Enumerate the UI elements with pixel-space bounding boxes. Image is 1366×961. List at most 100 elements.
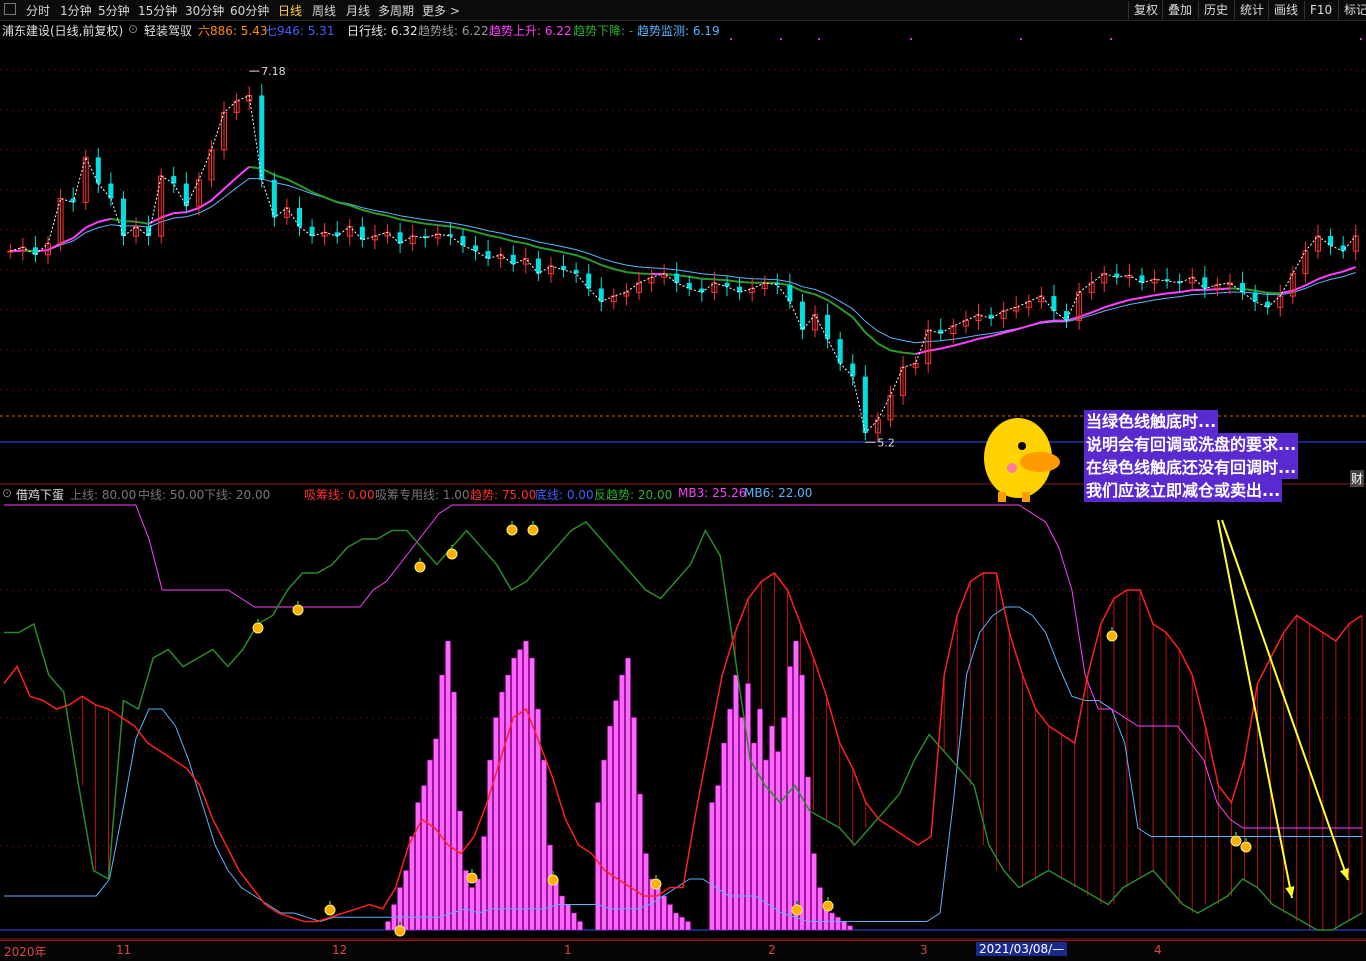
absorb-bar: [781, 717, 787, 931]
absorb-bar: [577, 921, 583, 931]
duck-beak: [1020, 452, 1060, 472]
absorb-bar: [481, 836, 487, 931]
candle-body: [1265, 301, 1271, 308]
egg-icon: [414, 561, 426, 573]
absorb-bar: [637, 793, 643, 931]
annotation-line: 在绿色线触底还没有回调时...: [1084, 456, 1299, 479]
egg-icon: [394, 925, 406, 937]
egg-stem: [827, 897, 829, 900]
egg-stem: [329, 901, 331, 904]
trend-line: [3, 571, 1363, 923]
egg-icon: [650, 878, 662, 890]
date-label: 3: [920, 943, 928, 957]
candle-body: [7, 250, 14, 253]
duck-foot: [998, 492, 1006, 502]
egg-icon: [506, 524, 518, 536]
absorb-bar: [499, 691, 505, 931]
arrow-head: [1285, 886, 1295, 898]
egg-icon: [791, 904, 803, 916]
candle-body: [271, 179, 277, 218]
egg-icon: [547, 874, 559, 886]
absorb-bar: [523, 640, 529, 931]
daily-line: [10, 94, 1357, 434]
candle-body: [561, 266, 567, 270]
absorb-bar: [811, 853, 817, 931]
mb3-line: [4, 504, 1362, 829]
date-axis: 2020年 11 12 1 2 3 2021/03/08/— 4: [0, 940, 1366, 961]
absorb-bar: [739, 717, 745, 931]
absorb-bar: [607, 725, 613, 931]
ma-magenta-line: [10, 166, 1357, 355]
egg-stem: [655, 875, 657, 878]
absorb-bar: [799, 674, 805, 931]
egg-stem: [1245, 838, 1247, 841]
candle-body: [586, 273, 592, 289]
selected-date: 2021/03/08/—: [976, 942, 1068, 956]
absorb-bar: [409, 836, 415, 931]
annotation-line: 我们应该立即减仓或卖出...: [1084, 479, 1283, 502]
egg-stem: [796, 901, 798, 904]
candle-body: [535, 258, 541, 274]
ma-green-line: [22, 165, 1281, 355]
absorb-bar: [775, 751, 781, 931]
candle-body: [510, 254, 516, 265]
egg-stem: [419, 558, 421, 561]
mb6-line: [4, 606, 1362, 923]
absorb-bar: [595, 802, 601, 931]
absorb-bar: [673, 912, 679, 931]
marker-dot: [780, 38, 782, 40]
egg-stem: [1235, 832, 1237, 835]
egg-stem: [399, 922, 401, 925]
absorb-bar: [745, 683, 751, 931]
date-label: 1: [564, 943, 572, 957]
absorb-bar: [493, 717, 499, 931]
absorb-bar: [733, 674, 739, 931]
absorb-bar: [547, 844, 553, 931]
absorb-bar: [679, 917, 685, 931]
absorb-bar: [757, 708, 763, 931]
date-label: 4: [1154, 943, 1162, 957]
absorb-bar: [415, 802, 421, 931]
absorb-bar: [727, 708, 733, 931]
annotation-line: 说明会有回调或洗盘的要求...: [1084, 433, 1299, 456]
egg-icon: [292, 604, 304, 616]
absorb-bar: [433, 738, 439, 931]
ma-blue-line: [10, 177, 1356, 344]
annotation-box: 当绿色线触底时... 说明会有回调或洗盘的要求... 在绿色线触底还没有回调时.…: [1084, 410, 1366, 502]
duck-eye: [1018, 442, 1026, 450]
absorb-bar: [469, 887, 475, 931]
egg-stem: [297, 601, 299, 604]
ma-green-placeholder: [10, 169, 1104, 354]
candle-body: [1114, 273, 1120, 278]
absorb-bar: [817, 887, 823, 931]
side-tag[interactable]: 财: [1350, 470, 1365, 487]
marker-dot: [730, 38, 732, 40]
absorb-bar: [505, 674, 511, 931]
absorb-bar: [511, 657, 517, 931]
candle-body: [397, 232, 403, 244]
annotation-line: 当绿色线触底时...: [1084, 410, 1219, 433]
absorb-bar: [619, 674, 625, 931]
absorb-bar: [601, 759, 607, 931]
marker-dot: [1020, 38, 1022, 40]
date-label: 2: [768, 943, 776, 957]
egg-icon: [252, 622, 264, 634]
marker-dot: [910, 38, 912, 40]
marker-dot: [1110, 38, 1112, 40]
date-label: 2020年: [4, 945, 47, 959]
high-label: 7.18: [261, 65, 286, 78]
absorb-bar: [613, 700, 619, 931]
absorb-bar: [787, 666, 793, 931]
candle-body: [1202, 277, 1208, 289]
egg-icon: [1240, 841, 1252, 853]
absorb-bar: [445, 640, 451, 931]
absorb-bar: [631, 717, 637, 931]
candle-body: [724, 282, 730, 287]
absorb-bar: [847, 925, 853, 931]
absorb-bar: [721, 742, 727, 931]
absorb-bar: [709, 802, 715, 931]
absorb-bar: [529, 657, 535, 931]
low-label: 5.2: [877, 436, 895, 449]
marker-dot: [1360, 38, 1362, 40]
date-label: 11: [116, 943, 132, 957]
